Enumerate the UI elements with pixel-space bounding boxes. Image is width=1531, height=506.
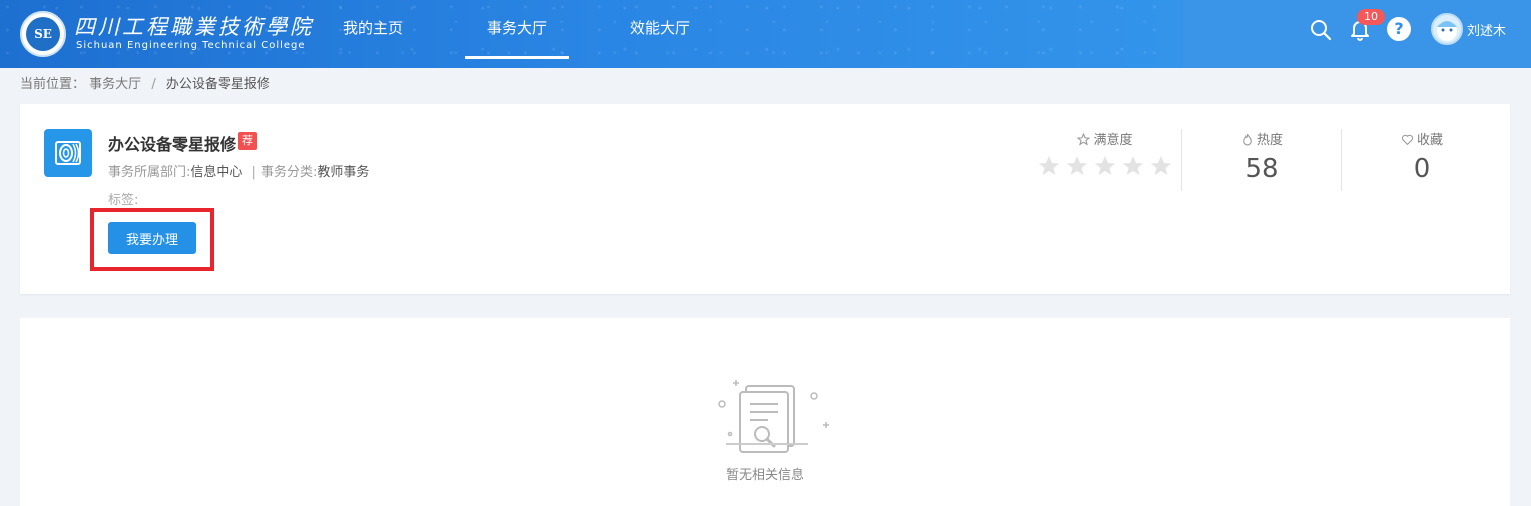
star-outline-icon [1077, 132, 1091, 146]
heat-value: 58 [1245, 154, 1279, 184]
heat-label: 热度 [1256, 133, 1283, 148]
empty-document-icon [718, 380, 829, 453]
college-name-cn: 四川工程職業技術學院 [74, 15, 314, 39]
notification-count-badge[interactable]: 10 [1357, 9, 1385, 25]
flame-icon [1243, 133, 1252, 146]
nav-efficiency-hall[interactable]: 效能大厅 [607, 0, 713, 68]
service-card: 办公设备零星报修 荐 事务所属部门:信息中心 | 事务分类:教师事务 标签: 我要… [20, 104, 1510, 294]
satisfaction-stars[interactable] [1030, 154, 1180, 178]
dept-label: 事务所属部门: [108, 165, 191, 180]
rating-star-icon[interactable] [1121, 154, 1145, 178]
avatar[interactable] [1431, 13, 1463, 45]
help-icon[interactable]: ? [1387, 17, 1411, 41]
nav-affairs-hall[interactable]: 事务大厅 [465, 0, 569, 68]
favorite-stat[interactable]: 收藏 0 [1342, 129, 1502, 184]
favorite-label: 收藏 [1416, 133, 1443, 148]
rating-star-icon[interactable] [1065, 154, 1089, 178]
top-header: SE 四川工程職業技術學院 Sichuan Engineering Techni… [0, 0, 1531, 68]
recommend-badge: 荐 [238, 132, 257, 150]
heat-label-row: 热度 [1182, 129, 1342, 148]
nav-my-homepage[interactable]: 我的主页 [320, 0, 426, 68]
search-icon[interactable] [1309, 18, 1333, 42]
heart-icon [1401, 134, 1414, 146]
apply-button[interactable]: 我要办理 [108, 222, 196, 254]
favorite-label-row: 收藏 [1342, 129, 1502, 148]
category-label: 事务分类: [260, 165, 318, 180]
favorite-value: 0 [1413, 154, 1431, 184]
heat-stat: 热度 58 [1182, 129, 1342, 184]
rating-star-icon[interactable] [1037, 154, 1061, 178]
avatar-face-icon [1437, 21, 1457, 41]
satisfaction-label-row: 满意度 [1030, 129, 1180, 148]
category-value: 教师事务 [317, 165, 370, 180]
college-name-en: Sichuan Engineering Technical College [76, 40, 306, 51]
tape-reel-icon [55, 141, 81, 165]
meta-separator: | [251, 165, 256, 180]
nav-affairs-hall-label: 事务大厅 [486, 19, 547, 37]
dept-value: 信息中心 [190, 165, 243, 180]
college-logo-mark: SE [26, 17, 60, 51]
service-meta: 事务所属部门:信息中心 | 事务分类:教师事务 [108, 161, 369, 180]
breadcrumb-item-affairs-hall[interactable]: 事务大厅 [89, 77, 141, 92]
breadcrumb-prefix: 当前位置： [20, 77, 86, 92]
satisfaction-stat: 满意度 [1030, 129, 1180, 178]
college-logo[interactable]: SE [20, 11, 66, 57]
username[interactable]: 刘述木 [1467, 20, 1506, 39]
empty-message: 暂无相关信息 [725, 468, 804, 483]
rating-star-icon[interactable] [1149, 154, 1173, 178]
breadcrumb-item-current: 办公设备零星报修 [165, 77, 270, 92]
rating-star-icon[interactable] [1093, 154, 1117, 178]
satisfaction-label: 满意度 [1093, 133, 1133, 148]
service-title: 办公设备零星报修 [108, 135, 237, 154]
breadcrumb-separator: / [151, 77, 156, 92]
nav-active-indicator [465, 56, 569, 59]
service-icon [44, 129, 92, 177]
tags-label: 标签: [108, 193, 139, 208]
content-panel: 暂无相关信息 [20, 318, 1510, 506]
breadcrumb: 当前位置： 事务大厅 / 办公设备零星报修 [20, 73, 270, 92]
